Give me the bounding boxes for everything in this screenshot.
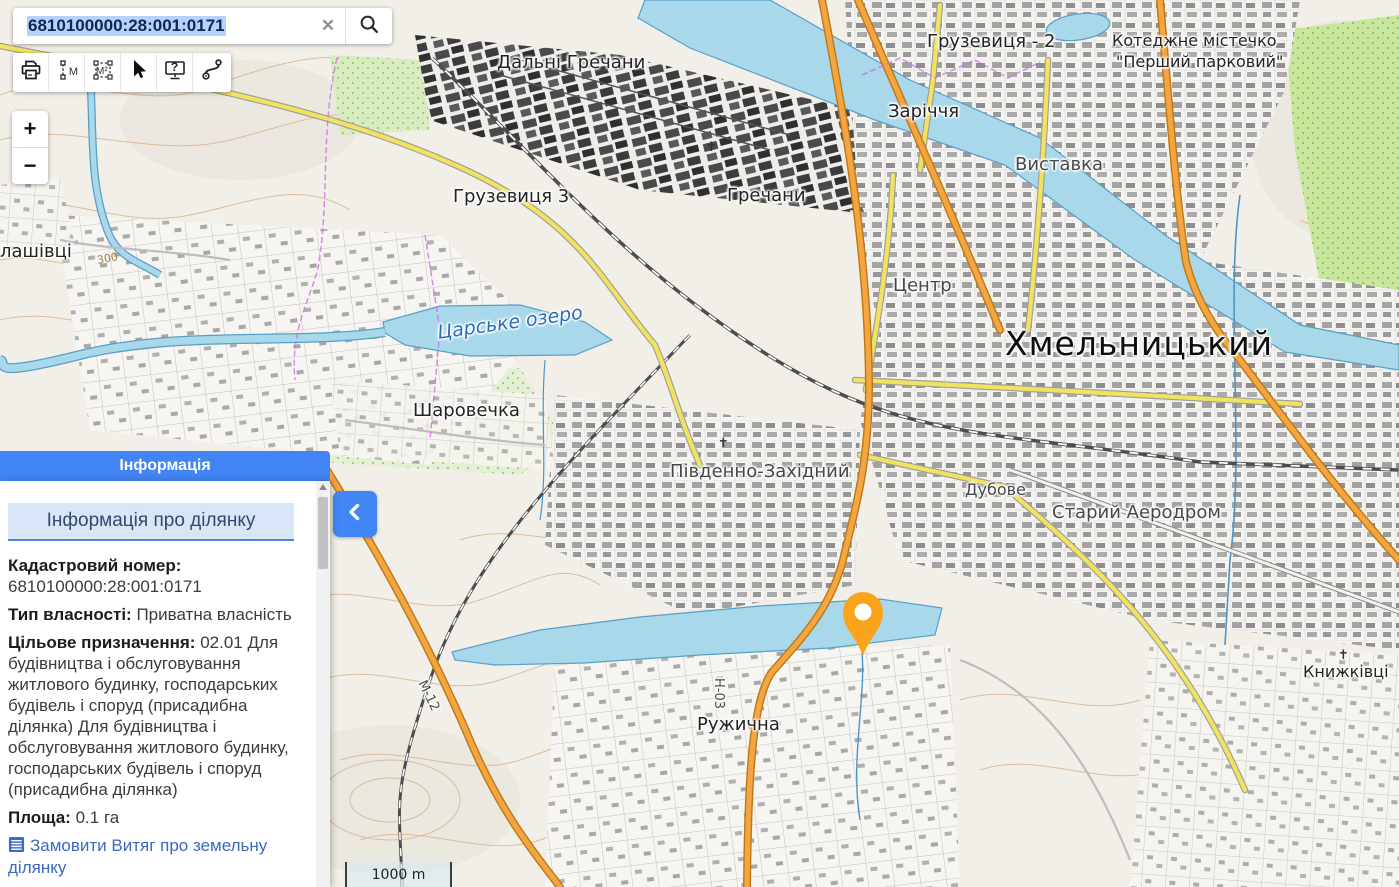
- field-label: Кадастровий номер:: [8, 556, 181, 575]
- search-icon: [358, 13, 380, 40]
- field-value: Приватна власність: [136, 605, 291, 624]
- info-panel-header[interactable]: Інформація: [0, 451, 330, 481]
- field-ownership-type: Тип власності: Приватна власність: [8, 604, 294, 625]
- route-tool[interactable]: [193, 53, 231, 92]
- field-value: 02.01 Для будівництва і обслуговування ж…: [8, 633, 289, 799]
- field-label: Цільове призначення:: [8, 633, 195, 652]
- field-cadastral-number: Кадастровий номер: 6810100000:28:001:017…: [8, 555, 294, 597]
- link-text: Замовити Витяг про земельну ділянку: [8, 836, 267, 877]
- zoom-out-button[interactable]: −: [12, 148, 48, 184]
- search-bar: 6810100000:28:001:0171 ✕: [13, 8, 392, 44]
- parcel-marker-pin[interactable]: [836, 590, 890, 665]
- field-label: Площа:: [8, 808, 71, 827]
- field-label: Тип власності:: [8, 605, 132, 624]
- help-tool[interactable]: ?: [157, 53, 193, 92]
- route-icon: [199, 57, 225, 88]
- field-area: Площа: 0.1 га: [8, 807, 294, 828]
- search-button[interactable]: [346, 8, 392, 44]
- measure-area-label: M²: [96, 66, 108, 77]
- zoom-in-button[interactable]: +: [12, 111, 48, 148]
- field-value: 6810100000:28:001:0171: [8, 577, 202, 596]
- measure-area-tool[interactable]: M²: [85, 53, 121, 92]
- field-value: 0.1 га: [76, 808, 120, 827]
- close-icon: ✕: [321, 16, 335, 35]
- scroll-up-icon[interactable]: [319, 484, 327, 490]
- printer-icon: [19, 58, 43, 87]
- map-toolbar: M M² ?: [13, 53, 231, 92]
- clear-search-button[interactable]: ✕: [311, 16, 345, 36]
- document-list-icon: [8, 836, 25, 853]
- parcel-info-title: Інформація про ділянку: [8, 503, 294, 541]
- chevron-left-icon: [342, 499, 368, 530]
- select-cursor-tool[interactable]: [121, 53, 157, 92]
- panel-collapse-button[interactable]: [333, 491, 377, 537]
- panel-scrollbar[interactable]: [316, 481, 330, 887]
- cursor-arrow-icon: [127, 58, 151, 87]
- measure-length-tool[interactable]: M: [49, 53, 85, 92]
- scrollbar-thumb[interactable]: [318, 497, 328, 569]
- measure-length-label: M: [69, 66, 78, 78]
- scale-bar-label: 1000 m: [372, 867, 426, 883]
- search-input-value: 6810100000:28:001:0171: [27, 16, 226, 36]
- scale-bar: 1000 m: [345, 862, 452, 887]
- field-designated-purpose: Цільове призначення: 02.01 Для будівницт…: [8, 632, 294, 800]
- info-panel: Інформація про ділянку Кадастровий номер…: [0, 481, 330, 887]
- print-tool[interactable]: [13, 53, 49, 92]
- order-extract-link[interactable]: Замовити Витяг про земельну ділянку: [8, 835, 294, 879]
- help-question-label: ?: [171, 60, 178, 74]
- search-input[interactable]: 6810100000:28:001:0171: [13, 16, 311, 36]
- zoom-control: + −: [12, 111, 48, 184]
